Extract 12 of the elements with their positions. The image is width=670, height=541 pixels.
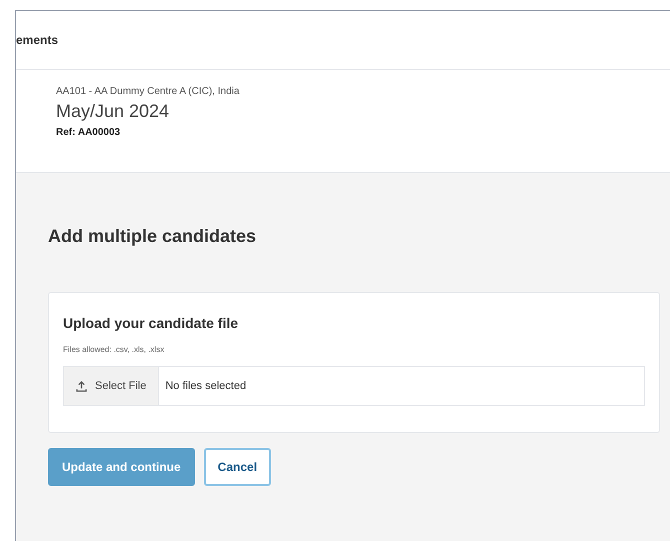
file-status: No files selected [164,378,246,394]
centre-name: AA101 - AA Dummy Centre A (CIC), India [56,85,240,99]
upload-icon [76,380,87,392]
page-title: Add multiple candidates [48,225,258,248]
page-header-title: ements [16,32,58,49]
file-input[interactable]: Select File No files selected [63,366,645,406]
select-file-button[interactable]: Select File [64,367,160,405]
files-allowed-hint: Files allowed: .csv, .xls, .xlsx [63,344,166,356]
upload-title: Upload your candidate file [63,314,240,333]
reference-number: Ref: AA00003 [56,126,122,140]
cancel-button[interactable]: Cancel [204,448,272,486]
exam-series: May/Jun 2024 [56,100,170,123]
